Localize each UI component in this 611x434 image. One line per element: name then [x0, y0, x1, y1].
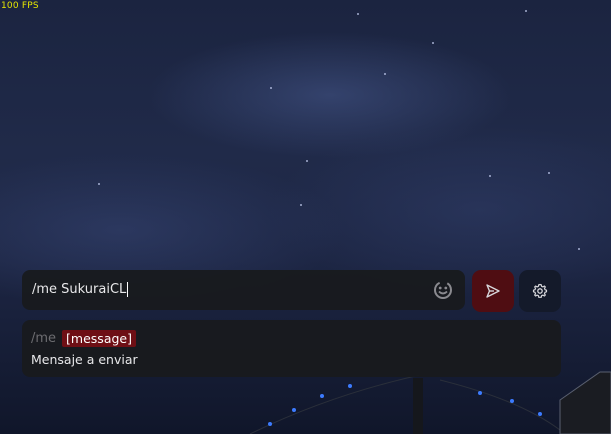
suggestion-description: Mensaje a enviar: [31, 352, 138, 367]
text-caret: [127, 282, 129, 297]
gear-icon: [532, 283, 548, 298]
suggestion-param: [message]: [62, 330, 136, 347]
suggestion-command: /me: [31, 331, 57, 346]
command-suggestion[interactable]: /me [message] Mensaje a enviar: [22, 320, 561, 377]
fps-counter: 100 FPS: [1, 1, 39, 11]
chat-input[interactable]: /me SukuraiCL: [32, 282, 129, 297]
emoji-icon[interactable]: [433, 280, 453, 300]
chat-input-bar[interactable]: /me SukuraiCL: [22, 270, 465, 310]
send-button[interactable]: [472, 270, 514, 312]
chat-input-value[interactable]: /me SukuraiCL: [32, 282, 126, 297]
suggestion-signature: /me [message]: [31, 330, 136, 347]
send-icon: [486, 284, 500, 298]
settings-button[interactable]: [519, 270, 561, 312]
